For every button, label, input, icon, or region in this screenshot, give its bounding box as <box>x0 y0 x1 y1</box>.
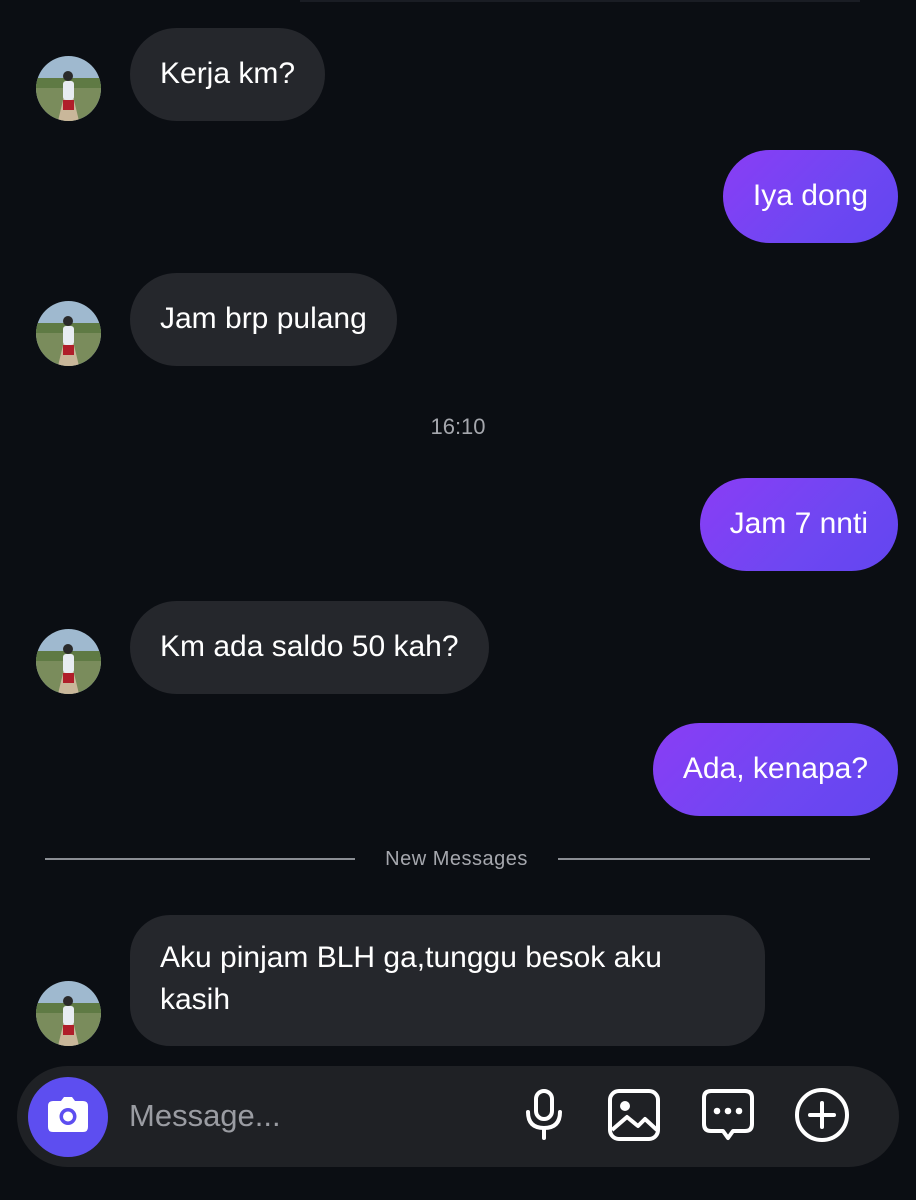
sticker-button[interactable] <box>699 1088 757 1146</box>
timestamp: 16:10 <box>430 414 486 439</box>
image-icon <box>607 1088 661 1147</box>
contact-avatar[interactable] <box>36 301 101 366</box>
incoming-message[interactable]: Km ada saldo 50 kah? <box>130 601 489 694</box>
message-composer <box>17 1066 899 1167</box>
sticker-chat-icon <box>701 1088 755 1147</box>
gallery-button[interactable] <box>605 1088 663 1146</box>
camera-icon <box>47 1096 89 1138</box>
microphone-icon <box>522 1088 566 1147</box>
contact-avatar[interactable] <box>36 629 101 694</box>
new-messages-divider: New Messages <box>45 845 870 873</box>
contact-avatar[interactable] <box>36 56 101 121</box>
camera-button[interactable] <box>28 1077 108 1157</box>
contact-avatar[interactable] <box>36 981 101 1046</box>
incoming-message[interactable]: Jam brp pulang <box>130 273 397 366</box>
message-input[interactable] <box>129 1091 489 1141</box>
divider-line <box>45 858 355 860</box>
outgoing-message[interactable]: Jam 7 nnti <box>699 478 898 571</box>
incoming-message[interactable]: Kerja km? <box>130 28 326 121</box>
microphone-button[interactable] <box>515 1088 573 1146</box>
divider-line <box>558 858 870 860</box>
plus-circle-icon <box>794 1087 850 1148</box>
divider-label: New Messages <box>385 848 528 870</box>
outgoing-message[interactable]: Ada, kenapa? <box>652 723 898 816</box>
more-options-button[interactable] <box>793 1087 851 1148</box>
incoming-message[interactable]: Aku pinjam BLH ga,tunggu besok aku kasih <box>130 915 765 1046</box>
outgoing-message[interactable]: Iya dong <box>722 150 898 243</box>
chat-screen: Kerja km? Iya dong Jam brp pulang 16:10 … <box>0 0 916 1200</box>
header-edge <box>300 0 860 2</box>
